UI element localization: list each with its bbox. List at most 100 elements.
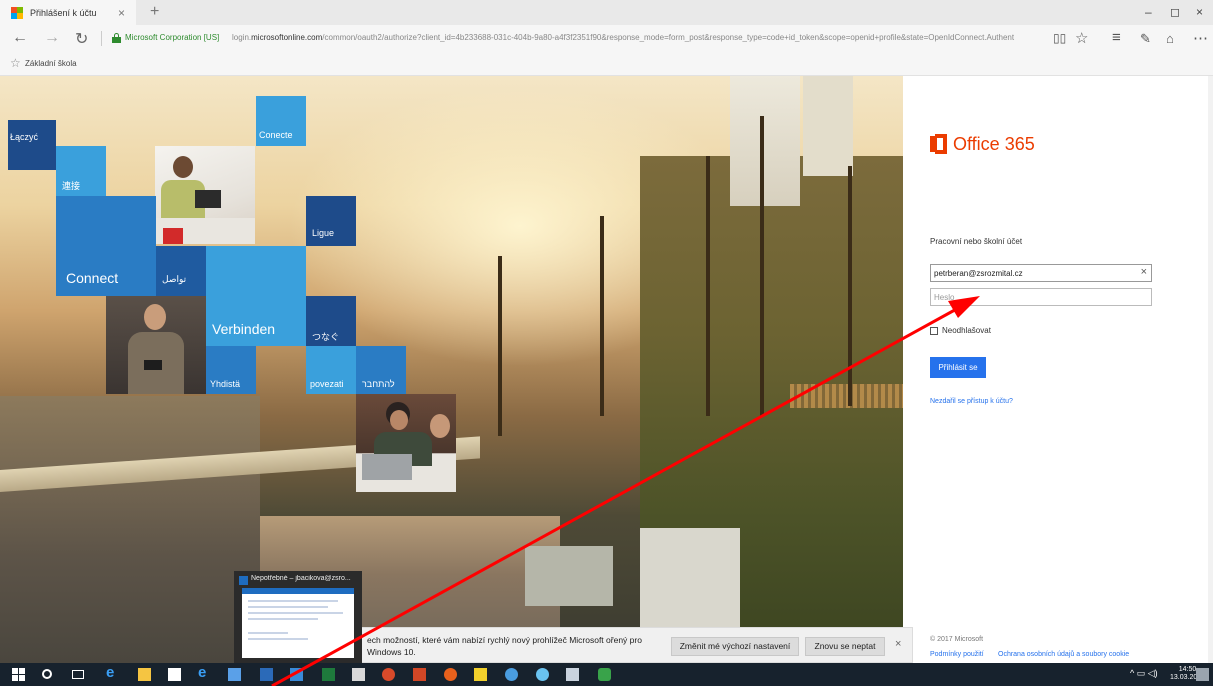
email-value: petrberan@zsrozmital.cz (934, 269, 1023, 278)
url-path: /common/oauth2/authorize?client_id=4b233… (322, 33, 1015, 42)
tile-tsunagu: つなぐ (306, 296, 356, 346)
notification-text: ech možností, které vám nabízí rychlý no… (367, 635, 642, 657)
app-icon[interactable] (505, 668, 518, 681)
notification-close-icon[interactable]: × (895, 638, 901, 650)
ie-icon[interactable]: e (198, 664, 211, 681)
refresh-button[interactable]: ↻ (75, 29, 88, 49)
firefox-icon[interactable] (444, 668, 457, 681)
app-icon[interactable] (474, 668, 487, 681)
dont-ask-again-button[interactable]: Znovu se neptat (805, 637, 885, 656)
palm-tree (760, 116, 764, 416)
tile-povezati: povezati (306, 346, 356, 394)
file-explorer-icon[interactable] (138, 668, 151, 681)
more-icon[interactable]: ⋯ (1193, 29, 1208, 47)
tile-text: تواصل (162, 274, 187, 284)
scrollbar[interactable] (1208, 76, 1213, 663)
address-bar-url[interactable]: login.microsoftonline.com/common/oauth2/… (232, 33, 1047, 42)
password-field[interactable]: Heslo (930, 288, 1152, 306)
notifications-icon[interactable] (1196, 668, 1209, 681)
signin-button[interactable]: Přihlásit se (930, 357, 986, 378)
privacy-link[interactable]: Ochrana osobních údajů a soubory cookie (998, 651, 1129, 658)
edge-icon[interactable]: e (106, 664, 119, 681)
email-field[interactable]: petrberan@zsrozmital.cz × (930, 264, 1152, 282)
new-tab-button[interactable]: + (150, 3, 159, 21)
navigation-bar: ← → ↻ Microsoft Corporation [US] login.m… (0, 25, 1213, 53)
share-icon[interactable]: ⌂ (1166, 31, 1174, 46)
office-365-title: Office 365 (953, 134, 1035, 154)
outlook-taskbar-icon[interactable] (290, 668, 303, 681)
office-logo-icon (930, 134, 947, 154)
web-note-icon[interactable]: ✎ (1140, 31, 1151, 47)
tab-close-icon[interactable]: × (118, 6, 125, 20)
excel-icon[interactable] (322, 668, 335, 681)
tile-text: Yhdistä (210, 379, 241, 389)
building (803, 76, 853, 176)
cant-access-link[interactable]: Nezdařil se přístup k účtu? (930, 398, 1013, 405)
tile-lianjie: 連接 (56, 146, 106, 196)
palm-tree (600, 216, 604, 416)
road-sign (525, 546, 613, 606)
change-default-button[interactable]: Změnit mé výchozí nastavení (671, 637, 799, 656)
tile-laczyc: Łączyć (8, 120, 56, 170)
browser-tab[interactable]: Přihlášení k účtu × (0, 0, 136, 25)
tile-text: Verbinden (212, 321, 276, 337)
paint-icon[interactable] (566, 668, 579, 681)
tile-text: povezati (310, 379, 344, 389)
close-window-button[interactable]: × (1196, 5, 1203, 19)
fence (790, 384, 903, 408)
palm-tree (848, 166, 852, 406)
photo-woman-with-tablet (155, 146, 255, 244)
favorite-star-icon[interactable]: ☆ (1075, 29, 1088, 47)
url-prefix: login. (232, 33, 252, 42)
tile-text: Ligue (312, 228, 335, 238)
account-label: Pracovní nebo školní účet (930, 237, 1023, 246)
forward-button[interactable]: → (44, 29, 60, 47)
terms-link[interactable]: Podmínky použití (930, 651, 984, 658)
lock-icon[interactable] (112, 33, 121, 43)
tile-connect: Connect (56, 196, 156, 296)
calculator-icon[interactable] (352, 668, 365, 681)
tile-ligue: Ligue (306, 196, 356, 246)
keep-signed-in-label[interactable]: Neodhlašovat (942, 326, 991, 335)
save-icon[interactable] (228, 668, 241, 681)
word-icon[interactable] (260, 668, 273, 681)
background-image: Łączyć Conecte 連接 Ligue Connect تواصل Ve… (0, 76, 903, 663)
hub-icon[interactable]: ≡ (1112, 29, 1121, 46)
powerpoint-icon[interactable] (413, 668, 426, 681)
start-button[interactable] (12, 668, 25, 681)
store-icon[interactable] (168, 668, 181, 681)
tile-arabic: تواصل (156, 246, 206, 296)
tile-yhdista: Yhdistä (206, 346, 256, 394)
copyright-text: © 2017 Microsoft (930, 636, 984, 643)
tile-text: Łączyć (10, 132, 39, 142)
taskbar-thumbnail-preview[interactable]: Nepotřebné – jbacikova@zsro... (234, 571, 362, 663)
task-view-icon[interactable] (72, 670, 84, 679)
minimize-button[interactable]: – (1145, 5, 1152, 19)
outlook-icon (239, 576, 248, 585)
tile-text: Connect (66, 270, 119, 286)
url-domain: microsoftonline.com (251, 33, 323, 42)
reading-view-icon[interactable]: ▯▯ (1053, 31, 1066, 45)
city-houses (0, 396, 260, 663)
clear-email-icon[interactable]: × (1141, 266, 1147, 278)
back-button[interactable]: ← (12, 29, 28, 47)
signin-panel: Office 365 Pracovní nebo školní účet pet… (903, 76, 1213, 663)
keep-signed-in-checkbox[interactable] (930, 327, 938, 335)
tile-text: Conecte (259, 130, 293, 140)
tile-verbinden: Verbinden (206, 246, 306, 346)
default-browser-notification: ech možností, které vám nabízí rychlý no… (360, 627, 913, 663)
app-icon[interactable] (536, 668, 549, 681)
favorite-star-icon: ☆ (10, 56, 21, 70)
tower-building (730, 76, 800, 206)
chrome-like-icon[interactable] (382, 668, 395, 681)
tab-title: Přihlášení k účtu (30, 7, 97, 18)
palm-tree (706, 156, 710, 416)
microsoft-logo-icon (11, 6, 23, 19)
system-tray-icons[interactable]: ^ ▭ ◁) (1130, 668, 1158, 679)
search-icon[interactable] (42, 669, 52, 679)
tile-text: つなぐ (312, 332, 340, 342)
app-icon[interactable] (598, 668, 611, 681)
maximize-button[interactable]: ◻ (1170, 5, 1180, 19)
favorite-item-zakladni-skola[interactable]: Základní škola (25, 59, 77, 68)
certificate-label[interactable]: Microsoft Corporation [US] (125, 33, 219, 42)
